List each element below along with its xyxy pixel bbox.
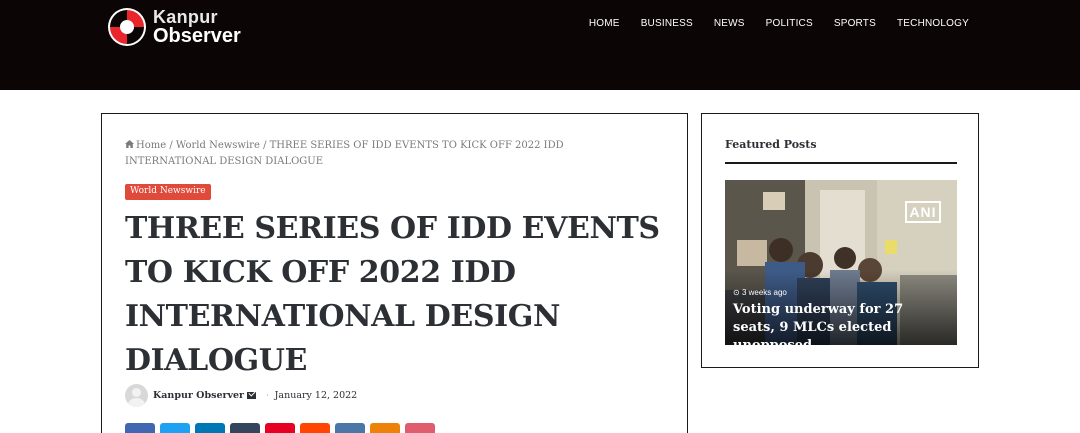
nav-business[interactable]: BUSINESS — [641, 18, 693, 29]
pinterest-share-icon[interactable] — [265, 423, 295, 433]
facebook-share-icon[interactable] — [125, 423, 155, 433]
breadcrumb-section-link[interactable]: World Newswire — [176, 140, 260, 151]
nav-news[interactable]: NEWS — [714, 18, 745, 29]
logo-swirl-icon — [107, 7, 147, 47]
nav-sports[interactable]: SPORTS — [834, 18, 876, 29]
author-avatar[interactable] — [125, 383, 148, 407]
breadcrumb: Home / World Newswire / THREE SERIES OF … — [125, 138, 645, 170]
clock-icon: ⊙ — [733, 288, 740, 297]
article-title: THREE SERIES OF IDD EVENTS TO KICK OFF 2… — [125, 211, 660, 378]
sidebar-widget: Featured Posts ANI ⊙ 3 weeks ago Voting … — [701, 113, 979, 368]
category-badge[interactable]: World Newswire — [125, 184, 211, 200]
widget-title: Featured Posts — [725, 138, 817, 151]
nav-technology[interactable]: TECHNOLOGY — [897, 18, 969, 29]
featured-post-card[interactable]: ANI ⊙ 3 weeks ago Voting underway for 27… — [725, 180, 957, 345]
main-navigation: HOME BUSINESS NEWS POLITICS SPORTS TECHN… — [568, 18, 969, 29]
featured-post-title[interactable]: Voting underway for 27 seats, 9 MLCs ele… — [733, 301, 948, 345]
linkedin-share-icon[interactable] — [195, 423, 225, 433]
logo-line-observer: Observer — [153, 25, 241, 47]
nav-politics[interactable]: POLITICS — [766, 18, 813, 29]
ani-watermark: ANI — [905, 201, 941, 223]
envelope-icon[interactable] — [247, 391, 257, 399]
twitter-share-icon[interactable] — [160, 423, 190, 433]
breadcrumb-separator: / — [259, 140, 270, 151]
nav-home[interactable]: HOME — [589, 18, 620, 29]
author-name[interactable]: Kanpur Observer — [153, 390, 244, 401]
featured-post-time-text: 3 weeks ago — [741, 288, 787, 297]
article-meta: Kanpur Observer · January 12, 2022 — [125, 383, 357, 407]
vk-share-icon[interactable] — [335, 423, 365, 433]
site-header: Kanpur Observer HOME BUSINESS NEWS POLIT… — [0, 0, 1080, 90]
home-icon — [125, 140, 134, 148]
article-card: Home / World Newswire / THREE SERIES OF … — [101, 113, 688, 433]
breadcrumb-home-link[interactable]: Home — [136, 140, 166, 151]
site-logo[interactable]: Kanpur Observer — [107, 5, 241, 49]
meta-separator: · — [266, 390, 269, 400]
publish-date: January 12, 2022 — [274, 389, 358, 401]
featured-post-time: ⊙ 3 weeks ago — [733, 288, 787, 297]
odnoklassniki-share-icon[interactable] — [370, 423, 400, 433]
breadcrumb-separator: / — [166, 140, 176, 151]
share-buttons — [125, 423, 440, 433]
email-share-icon[interactable] — [405, 423, 435, 433]
widget-divider — [725, 162, 957, 164]
reddit-share-icon[interactable] — [300, 423, 330, 433]
tumblr-share-icon[interactable] — [230, 423, 260, 433]
